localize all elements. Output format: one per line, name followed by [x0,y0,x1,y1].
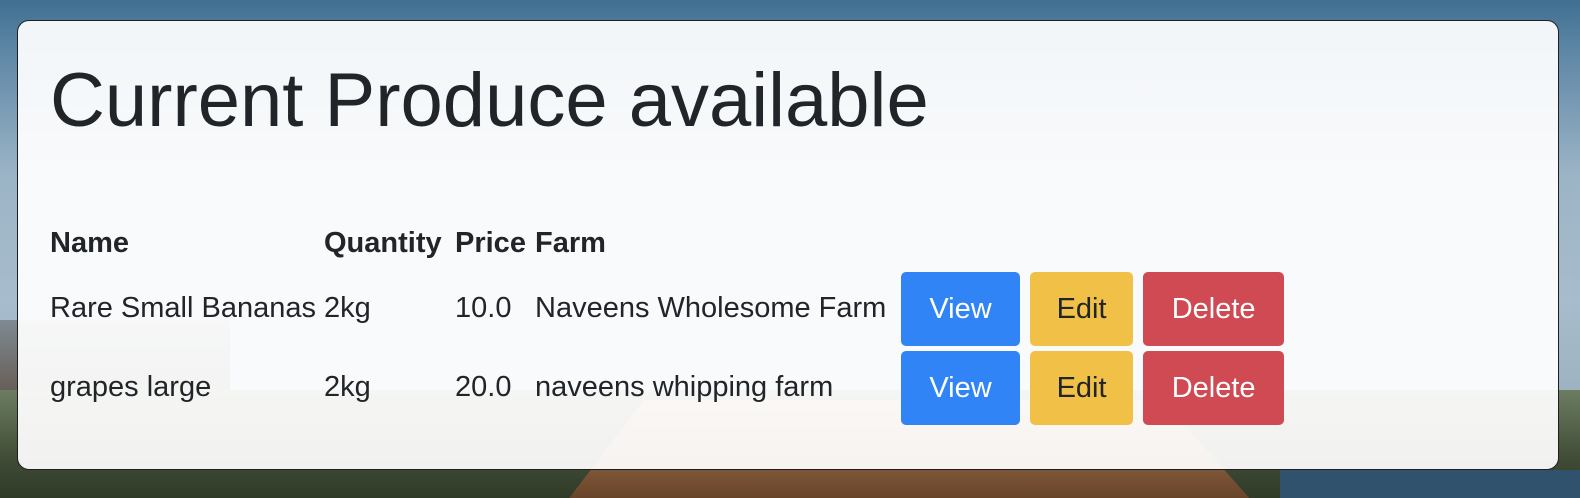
header-quantity: Quantity [324,226,442,259]
cell-quantity: 2kg [324,292,371,324]
header-actions [899,217,1288,269]
header-price: Price [455,226,526,259]
cell-actions: View Edit Delete [899,269,1288,348]
cell-quantity: 2kg [324,371,371,403]
delete-button[interactable]: Delete [1143,350,1285,425]
view-button[interactable]: View [901,271,1020,346]
produce-card: Current Produce available Name Quantity … [17,20,1559,470]
table-header-row: Name Quantity Price Farm [48,217,1288,269]
delete-button[interactable]: Delete [1143,271,1285,346]
table-row: Rare Small Bananas 2kg 10.0 Naveens Whol… [48,269,1288,348]
table-row: grapes large 2kg 20.0 naveens whipping f… [48,348,1288,427]
cell-name: Rare Small Bananas [50,292,316,324]
view-button[interactable]: View [901,350,1020,425]
cell-farm: naveens whipping farm [535,371,834,403]
cell-actions: View Edit Delete [899,348,1288,427]
background-water [1280,470,1580,498]
cell-name: grapes large [50,371,212,403]
edit-button[interactable]: Edit [1030,271,1134,346]
header-farm: Farm [535,226,606,259]
cell-price: 10.0 [455,292,512,324]
cell-price: 20.0 [455,371,512,403]
cell-farm: Naveens Wholesome Farm [535,292,887,324]
edit-button[interactable]: Edit [1030,350,1134,425]
page-title: Current Produce available [50,58,929,143]
produce-table: Name Quantity Price Farm Rare Small Bana… [48,217,1288,427]
header-name: Name [50,226,129,259]
